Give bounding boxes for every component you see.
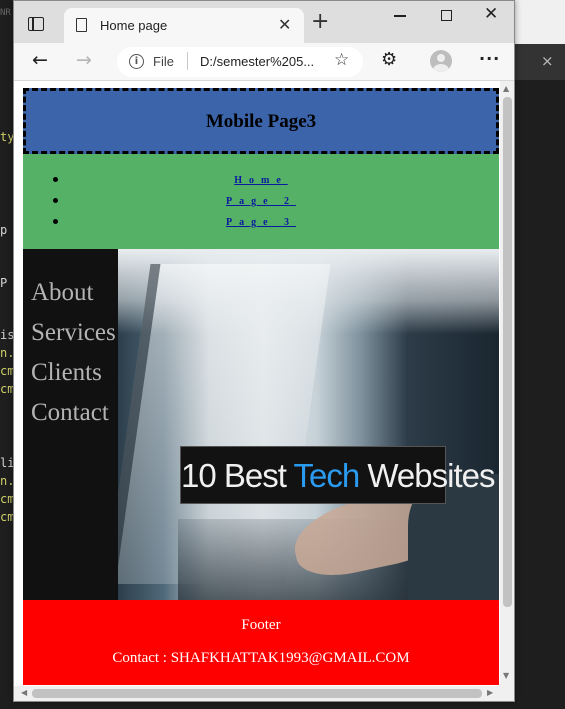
forward-button[interactable]: → <box>76 49 92 71</box>
scroll-right-icon[interactable]: ▶ <box>487 688 493 697</box>
nav-item-page-3: Page 3 <box>23 212 499 233</box>
document-icon <box>76 18 87 32</box>
hero-text-3: Websites <box>359 457 495 494</box>
address-bar[interactable]: i File D:/semester%205... ☆ <box>117 47 363 77</box>
hero-text-2: Tech <box>293 457 360 494</box>
info-icon[interactable]: i <box>129 54 144 69</box>
sidebar-item-contact[interactable]: Contact <box>31 399 116 439</box>
tab-actions-icon[interactable] <box>28 17 44 31</box>
scroll-left-icon[interactable]: ◀ <box>21 688 27 697</box>
back-button[interactable]: ← <box>32 49 48 71</box>
browser-toolbar: ← → i File D:/semester%205... ☆ ⚙ ··· <box>14 43 514 81</box>
nav-link-home[interactable]: Home <box>234 175 288 186</box>
more-options-icon[interactable]: ··· <box>479 49 500 68</box>
new-tab-button[interactable]: + <box>311 11 329 33</box>
sidebar-item-services[interactable]: Services <box>31 319 116 359</box>
page-viewport: Mobile Page3 Home Page 2 Page 3 About Se… <box>14 81 514 701</box>
editor-title-strip <box>514 0 565 44</box>
nav-link-page-3[interactable]: Page 3 <box>226 217 296 228</box>
horizontal-scrollbar[interactable]: ◀ ▶ <box>14 686 514 701</box>
add-favorite-icon[interactable]: ☆ <box>334 50 349 70</box>
footer-contact: Contact : SHAFKHATTAK1993@GMAIL.COM <box>112 650 410 666</box>
browser-window: Home page ✕ + ✕ ← → i File D:/semester%2… <box>13 0 515 702</box>
nav-list: Home Page 2 Page 3 <box>23 170 499 233</box>
minimize-icon[interactable] <box>394 15 406 17</box>
page-header: Mobile Page3 <box>23 88 499 154</box>
tab-title: Home page <box>100 18 168 33</box>
page-nav: Home Page 2 Page 3 <box>23 154 499 249</box>
hero-text-1: 10 Best <box>181 457 294 494</box>
vertical-scrollbar[interactable]: ▲ ▼ <box>500 81 514 686</box>
page-footer: Footer Contact : SHAFKHATTAK1993@GMAIL.C… <box>23 600 499 685</box>
address-divider <box>187 52 188 70</box>
editor-tab-bar <box>514 44 565 80</box>
scroll-up-icon[interactable]: ▲ <box>503 84 509 93</box>
tab-close-icon[interactable]: ✕ <box>278 15 291 34</box>
sidebar-item-about[interactable]: About <box>31 279 116 319</box>
address-scheme: File <box>153 54 174 69</box>
sidebar-list: About Services Clients Contact <box>31 279 116 439</box>
maximize-icon[interactable] <box>441 10 452 21</box>
page-sidebar: About Services Clients Contact <box>23 249 118 600</box>
sidebar-item-clients[interactable]: Clients <box>31 359 116 399</box>
editor-code-line: P <box>0 276 8 290</box>
nav-link-page-2[interactable]: Page 2 <box>226 196 296 207</box>
horizontal-scroll-thumb[interactable] <box>32 689 482 698</box>
hero-image: 10 Best Tech Websites <box>118 249 499 600</box>
editor-top-code: NR <box>0 8 11 18</box>
nav-item-page-2: Page 2 <box>23 191 499 212</box>
extensions-icon[interactable]: ⚙ <box>381 49 397 70</box>
title-bar: Home page ✕ + ✕ <box>14 1 514 43</box>
footer-title: Footer <box>241 617 281 633</box>
address-url[interactable]: D:/semester%205... <box>200 54 314 69</box>
tab-home-page[interactable]: Home page ✕ <box>64 8 304 43</box>
nav-item-home: Home <box>23 170 499 191</box>
window-close-icon[interactable]: ✕ <box>484 4 498 24</box>
vertical-scroll-thumb[interactable] <box>503 97 512 607</box>
page-title: Mobile Page3 <box>205 111 317 132</box>
profile-avatar-icon[interactable] <box>430 50 452 72</box>
editor-close-icon[interactable]: × <box>541 52 554 70</box>
scroll-down-icon[interactable]: ▼ <box>503 671 509 680</box>
hero-banner: 10 Best Tech Websites <box>180 446 495 504</box>
